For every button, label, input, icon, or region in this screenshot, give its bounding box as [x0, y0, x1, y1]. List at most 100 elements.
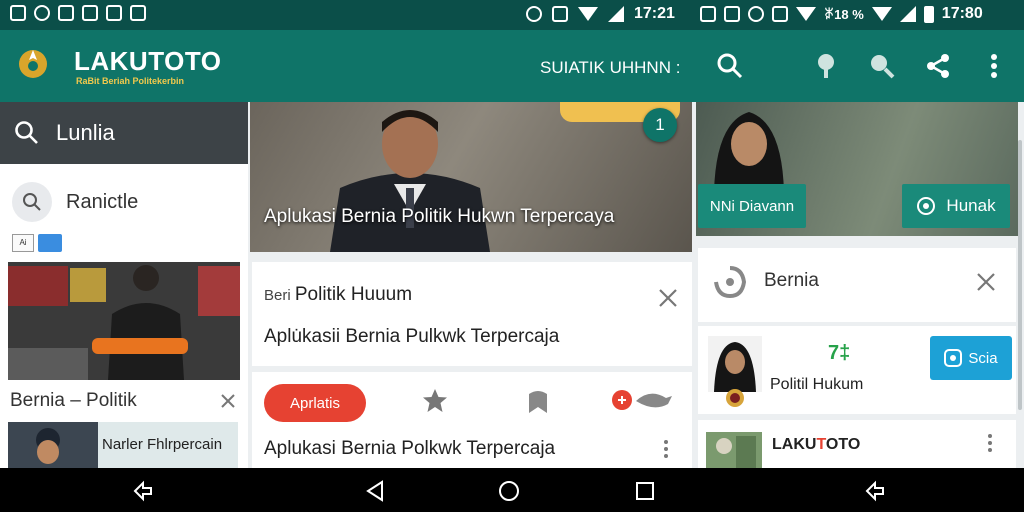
notification-icon [700, 6, 716, 22]
back-icon [366, 480, 383, 502]
promo-right-button[interactable]: Hunak [902, 184, 1010, 228]
article-card[interactable]: Aprlatis Aplukasi Bernia Polkwk Terperca… [252, 372, 692, 468]
search-suggestion[interactable]: Ranictle [12, 182, 138, 222]
promo-banner[interactable]: NNi Diavann Hunak [696, 102, 1018, 236]
topic-title: Bernia [764, 270, 819, 291]
status-bar: 17:21 ꑊ18 % 17:80 [0, 0, 1024, 30]
signal-icon [899, 6, 916, 22]
close-icon[interactable] [976, 272, 996, 292]
promo-left-button[interactable]: NNi Diavann [698, 184, 806, 228]
profile-stat: 7‡ [828, 342, 851, 364]
search-button[interactable] [714, 50, 746, 82]
more-vert-icon [991, 54, 997, 78]
news-card[interactable]: Narler Fhlrpercain [8, 422, 238, 468]
notification-icons [10, 5, 146, 21]
cta-button[interactable]: Scia [930, 336, 1012, 380]
channel-title: LAKUTOTO [772, 436, 860, 454]
back-button[interactable] [362, 478, 388, 504]
recents-button[interactable] [632, 478, 658, 504]
clock: 17:21 [634, 5, 675, 22]
article-card[interactable]: Beri Politik Huuum Aplu̇kasii Bernia Pul… [252, 262, 692, 366]
pin-icon [818, 54, 834, 78]
logo-icon[interactable] [14, 44, 52, 82]
filter-chip-active[interactable] [38, 234, 62, 252]
app-tagline: RaBit Beriah Politekerbin [76, 76, 185, 86]
filter-chip[interactable]: Ai [12, 234, 34, 252]
news-photo [8, 262, 240, 380]
counter-badge[interactable]: 1 [643, 108, 677, 142]
sync-icon [526, 6, 542, 22]
search-icon [717, 53, 743, 79]
hero-banner[interactable]: 1 Aplukasi Bernia Politik Hukwn Terperca… [250, 102, 692, 252]
section-label[interactable]: SUIATIK UHHNN : [540, 58, 680, 78]
notification-icon [34, 5, 50, 21]
article-kicker: Beri Politik Huuum [264, 284, 412, 306]
notification-icon [10, 5, 26, 21]
explore-button[interactable] [866, 50, 898, 82]
search-bar[interactable]: Lunlia [0, 102, 248, 164]
profile-card[interactable]: 7‡ Politil Hukum Scia [698, 326, 1016, 414]
signal-icon [608, 6, 624, 22]
article-category: Beri [264, 287, 291, 304]
wifi-icon [796, 7, 816, 21]
channel-thumbnail [706, 432, 762, 468]
channel-card[interactable]: LAKUTOTO [698, 420, 1016, 468]
app-icon [130, 5, 146, 21]
article-title: Aplukasi Bernia Polkwk Terpercaja [264, 438, 556, 459]
cta-label: Scia [968, 349, 998, 367]
search-icon-badge [12, 182, 52, 222]
status-indicators-right: ꑊ18 % 17:80 [700, 5, 983, 23]
back-button[interactable] [130, 478, 156, 504]
news-thumbnail [8, 422, 98, 468]
news-card-header[interactable]: Bernia – Politik [10, 390, 236, 412]
more-vert-icon[interactable] [988, 434, 992, 452]
search-icon [23, 193, 41, 211]
topic-card[interactable]: Bernia [698, 248, 1016, 322]
star-icon[interactable] [422, 388, 448, 414]
hero-photo [330, 110, 490, 252]
rotate-icon [865, 480, 884, 502]
channel-title-prefix: LAKU [772, 436, 817, 453]
home-button[interactable] [496, 478, 522, 504]
mail-icon [82, 5, 98, 21]
image-icon [58, 5, 74, 21]
app-logo[interactable]: LAKUTOTO [74, 46, 221, 77]
share-button[interactable] [922, 50, 954, 82]
bookmark-icon[interactable] [526, 388, 550, 414]
clock: 17:80 [941, 5, 983, 22]
battery-text: ꑊ18 % [824, 6, 864, 22]
channel-title-accent: T [816, 436, 826, 453]
notification-icon [724, 6, 740, 22]
wifi-icon [578, 7, 598, 21]
hero-caption: Aplukasi Bernia Politik Hukwn Terpercaya [264, 206, 615, 227]
close-icon[interactable] [658, 288, 678, 308]
badge-icon [917, 197, 936, 215]
more-vert-icon[interactable] [664, 440, 668, 458]
pin-button[interactable] [810, 50, 842, 82]
promo-right-label: Hunak [946, 196, 996, 215]
recents-icon [636, 482, 654, 500]
primary-action-button[interactable]: Aprlatis [264, 384, 366, 422]
home-icon [106, 5, 122, 21]
status-indicators-center: 17:21 [526, 5, 675, 23]
filter-chips: Ai [12, 234, 62, 252]
app-bar: LAKUTOTO RaBit Beriah Politekerbin SUIAT… [0, 30, 1024, 102]
article-title: Aplu̇kasii Bernia Pulkwk Terpercaja [264, 326, 560, 347]
chat-icon [944, 349, 963, 367]
left-panel: Lunlia Ranictle Ai Bernia – Politik Narl… [0, 102, 248, 468]
react-icon[interactable] [610, 388, 674, 414]
battery-icon [923, 5, 934, 23]
rotate-button[interactable] [862, 478, 888, 504]
share-icon [927, 54, 949, 78]
close-icon[interactable] [220, 393, 236, 409]
alarm-icon [748, 6, 764, 22]
search-query[interactable]: Lunlia [56, 120, 115, 146]
overflow-menu-button[interactable] [978, 50, 1010, 82]
news-thumbnail[interactable] [8, 262, 240, 380]
news-card-text: Narler Fhlrpercain [102, 436, 223, 453]
rotate-icon [133, 480, 152, 502]
channel-title-suffix: OTO [825, 436, 861, 453]
scrollbar[interactable] [1018, 140, 1022, 410]
avatar [708, 336, 762, 407]
topic-icon [714, 266, 747, 299]
